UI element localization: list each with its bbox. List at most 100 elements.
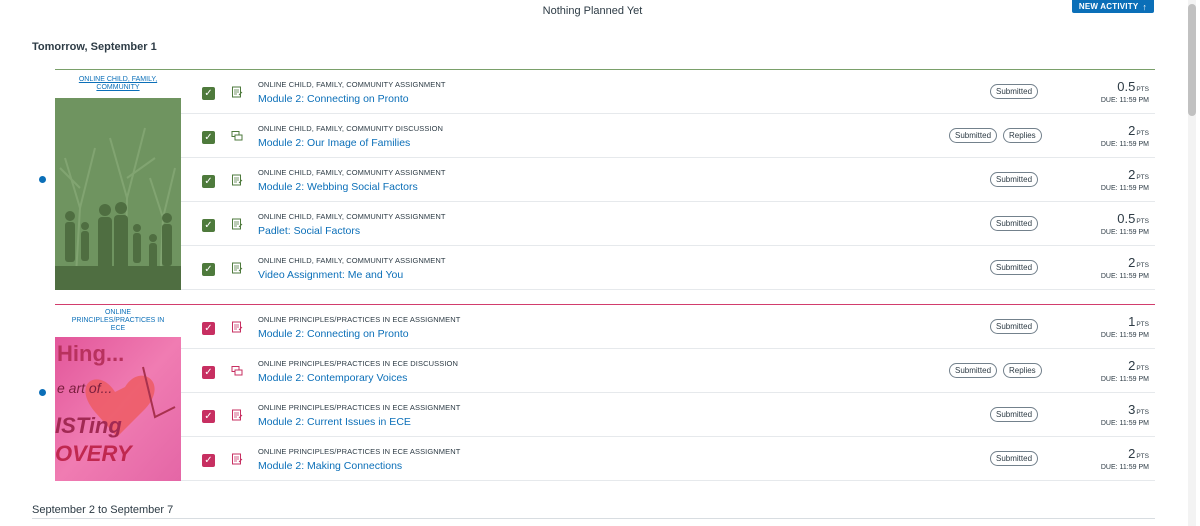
points: 2PTS <box>1128 254 1149 272</box>
points: 0.5PTS <box>1117 78 1149 96</box>
course-group-principles-practices-ece: ONLINE PRINCIPLES/PRACTICES IN ECE Hing.… <box>55 304 1155 481</box>
scrollbar-thumb[interactable] <box>1188 4 1196 116</box>
points: 0.5PTS <box>1117 210 1149 228</box>
points: 2PTS <box>1128 445 1149 463</box>
points-unit: PTS <box>1136 453 1149 460</box>
item-title-link[interactable]: Padlet: Social Factors <box>258 225 360 237</box>
planner-page: Nothing Planned Yet NEW ACTIVITY ↑ Tomor… <box>0 0 1200 526</box>
planner-item[interactable]: ✓ ONLINE CHILD, FAMILY, COMMUNITY ASSIGN… <box>181 202 1155 246</box>
points-unit: PTS <box>1136 365 1149 372</box>
planner-item[interactable]: ✓ ONLINE PRINCIPLES/PRACTICES IN ECE ASS… <box>181 305 1155 349</box>
course-group-child-family-community: ONLINE CHILD, FAMILY, COMMUNITY ✓ ONLINE… <box>55 69 1155 290</box>
points-value: 2 <box>1128 358 1136 373</box>
points-value: 2 <box>1128 123 1136 138</box>
points: 1PTS <box>1128 313 1149 331</box>
item-title-link[interactable]: Module 2: Connecting on Pronto <box>258 328 409 340</box>
completed-checkbox[interactable]: ✓ <box>202 454 215 467</box>
submitted-badge: Submitted <box>949 128 998 143</box>
course-name-link[interactable]: ONLINE CHILD, FAMILY, COMMUNITY <box>55 70 181 98</box>
item-course-label: ONLINE CHILD, FAMILY, COMMUNITY ASSIGNME… <box>258 168 446 177</box>
points-value: 2 <box>1128 446 1136 461</box>
points-value: 0.5 <box>1117 211 1136 226</box>
points: 3PTS <box>1128 401 1149 419</box>
points-unit: PTS <box>1136 86 1149 93</box>
image-text-overy: OVERY <box>55 441 134 466</box>
planner-item[interactable]: ✓ ONLINE CHILD, FAMILY, COMMUNITY ASSIGN… <box>181 158 1155 202</box>
completed-checkbox[interactable]: ✓ <box>202 410 215 423</box>
item-title-link[interactable]: Module 2: Our Image of Families <box>258 137 410 149</box>
course-card[interactable]: ONLINE CHILD, FAMILY, COMMUNITY <box>55 70 181 290</box>
due-time: DUE: 11:59 PM <box>1100 273 1149 280</box>
planner-item[interactable]: ✓ ONLINE PRINCIPLES/PRACTICES IN ECE ASS… <box>181 393 1155 437</box>
completed-checkbox[interactable]: ✓ <box>202 219 215 232</box>
due-time: DUE: 11:59 PM <box>1100 141 1149 148</box>
due-time: DUE: 11:59 PM <box>1100 464 1149 471</box>
points-unit: PTS <box>1136 262 1149 269</box>
new-activity-button[interactable]: NEW ACTIVITY ↑ <box>1072 0 1154 13</box>
item-title-link[interactable]: Module 2: Current Issues in ECE <box>258 416 411 428</box>
completed-checkbox[interactable]: ✓ <box>202 87 215 100</box>
planner-item[interactable]: ✓ ONLINE CHILD, FAMILY, COMMUNITY ASSIGN… <box>181 70 1155 114</box>
planner-item[interactable]: ✓ ONLINE PRINCIPLES/PRACTICES IN ECE ASS… <box>181 437 1155 481</box>
due-time: DUE: 11:59 PM <box>1100 185 1149 192</box>
points: 2PTS <box>1128 122 1149 140</box>
item-course-label: ONLINE CHILD, FAMILY, COMMUNITY ASSIGNME… <box>258 212 446 221</box>
new-activity-label: NEW ACTIVITY <box>1078 2 1139 11</box>
divider <box>32 518 1155 519</box>
submitted-badge: Submitted <box>990 319 1039 334</box>
item-title-link[interactable]: Module 2: Contemporary Voices <box>258 372 407 384</box>
planner-item[interactable]: ✓ ONLINE PRINCIPLES/PRACTICES IN ECE DIS… <box>181 349 1155 393</box>
assignment-icon <box>232 218 243 230</box>
points-unit: PTS <box>1136 174 1149 181</box>
completed-checkbox[interactable]: ✓ <box>202 263 215 276</box>
planner-item[interactable]: ✓ ONLINE CHILD, FAMILY, COMMUNITY DISCUS… <box>181 114 1155 158</box>
due-time: DUE: 11:59 PM <box>1100 97 1149 104</box>
course-image-teaching-discovery: Hing... e art of... ISTing OVERY <box>55 337 181 481</box>
planner-item[interactable]: ✓ ONLINE CHILD, FAMILY, COMMUNITY ASSIGN… <box>181 246 1155 290</box>
course-name-link[interactable]: ONLINE PRINCIPLES/PRACTICES IN ECE <box>55 305 181 337</box>
submitted-badge: Submitted <box>949 363 998 378</box>
points: 2PTS <box>1128 357 1149 375</box>
points-value: 2 <box>1128 167 1136 182</box>
completed-checkbox[interactable]: ✓ <box>202 175 215 188</box>
submitted-badge: Submitted <box>990 84 1039 99</box>
arrow-up-icon: ↑ <box>1142 1 1148 12</box>
item-course-label: ONLINE PRINCIPLES/PRACTICES IN ECE ASSIG… <box>258 315 461 324</box>
discussion-icon <box>231 366 243 376</box>
new-activity-dot <box>39 389 46 396</box>
points-value: 2 <box>1128 255 1136 270</box>
due-time: DUE: 11:59 PM <box>1100 376 1149 383</box>
submitted-badge: Submitted <box>990 172 1039 187</box>
completed-checkbox[interactable]: ✓ <box>202 131 215 144</box>
item-course-label: ONLINE PRINCIPLES/PRACTICES IN ECE DISCU… <box>258 359 458 368</box>
item-title-link[interactable]: Module 2: Webbing Social Factors <box>258 181 418 193</box>
points-value: 1 <box>1128 314 1136 329</box>
points-unit: PTS <box>1136 409 1149 416</box>
assignment-icon <box>232 321 243 333</box>
points-unit: PTS <box>1136 321 1149 328</box>
assignment-icon <box>232 453 243 465</box>
day-heading-tomorrow: Tomorrow, September 1 <box>32 41 157 53</box>
new-activity-dot <box>39 176 46 183</box>
item-course-label: ONLINE CHILD, FAMILY, COMMUNITY ASSIGNME… <box>258 256 446 265</box>
item-course-label: ONLINE CHILD, FAMILY, COMMUNITY ASSIGNME… <box>258 80 446 89</box>
item-title-link[interactable]: Module 2: Connecting on Pronto <box>258 93 409 105</box>
due-time: DUE: 11:59 PM <box>1100 332 1149 339</box>
image-text-hing: Hing... <box>57 341 124 366</box>
replies-badge: Replies <box>1003 128 1042 143</box>
completed-checkbox[interactable]: ✓ <box>202 322 215 335</box>
submitted-badge: Submitted <box>990 451 1039 466</box>
course-card[interactable]: ONLINE PRINCIPLES/PRACTICES IN ECE Hing.… <box>55 305 181 481</box>
completed-checkbox[interactable]: ✓ <box>202 366 215 379</box>
points-value: 3 <box>1128 402 1136 417</box>
course-image-family-trees <box>55 98 181 290</box>
assignment-icon <box>232 174 243 186</box>
item-title-link[interactable]: Video Assignment: Me and You <box>258 269 403 281</box>
submitted-badge: Submitted <box>990 260 1039 275</box>
points-value: 0.5 <box>1117 79 1136 94</box>
assignment-icon <box>232 262 243 274</box>
nothing-planned-status: Nothing Planned Yet <box>542 5 643 17</box>
points-unit: PTS <box>1136 130 1149 137</box>
item-title-link[interactable]: Module 2: Making Connections <box>258 460 402 472</box>
day-heading-range: September 2 to September 7 <box>32 504 174 516</box>
